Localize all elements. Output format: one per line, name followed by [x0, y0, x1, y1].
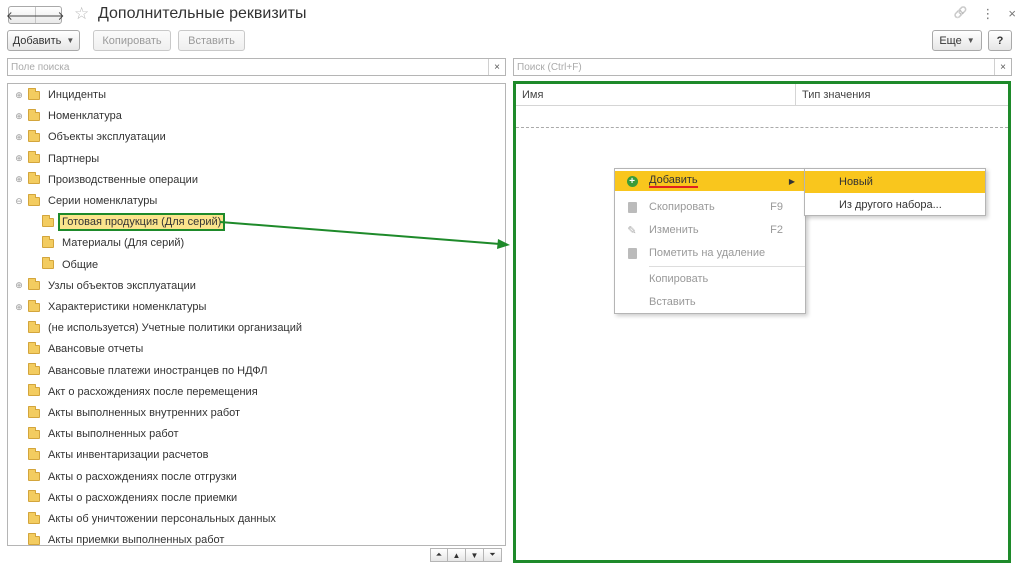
menu-item-paste[interactable]: Вставить	[615, 292, 805, 312]
menu-item-copy[interactable]: Копировать	[615, 269, 805, 289]
menu-item-copy-item-label: Скопировать	[649, 201, 715, 213]
menu-item-edit-label: Изменить	[649, 224, 699, 236]
context-menu: + Добавить ▶ Скопировать F9 ✎ Изменить F…	[614, 168, 806, 314]
annotation-arrow	[219, 221, 510, 249]
copy-document-icon	[627, 201, 637, 213]
menu-item-copy-item[interactable]: Скопировать F9	[615, 197, 805, 217]
submenu-item-new[interactable]: Новый	[805, 171, 985, 193]
menu-item-mark-delete[interactable]: Пометить на удаление	[615, 243, 805, 263]
menu-item-edit[interactable]: ✎ Изменить F2	[615, 220, 805, 240]
menu-separator	[649, 266, 805, 267]
menu-item-copy-label: Копировать	[649, 273, 709, 285]
menu-item-mark-delete-label: Пометить на удаление	[649, 247, 766, 259]
menu-item-add[interactable]: + Добавить ▶	[615, 171, 805, 191]
menu-item-paste-label: Вставить	[649, 296, 696, 308]
submenu-item-from-other-set[interactable]: Из другого набора...	[805, 194, 985, 216]
add-submenu: Новый Из другого набора...	[804, 168, 986, 216]
submenu-arrow-icon: ▶	[788, 176, 795, 186]
shortcut-f2: F2	[770, 224, 783, 236]
menu-item-add-label: Добавить	[649, 174, 698, 188]
add-plus-icon: +	[626, 175, 638, 187]
pencil-icon: ✎	[627, 224, 637, 237]
shortcut-f9: F9	[770, 201, 783, 213]
delete-mark-icon	[627, 247, 637, 259]
